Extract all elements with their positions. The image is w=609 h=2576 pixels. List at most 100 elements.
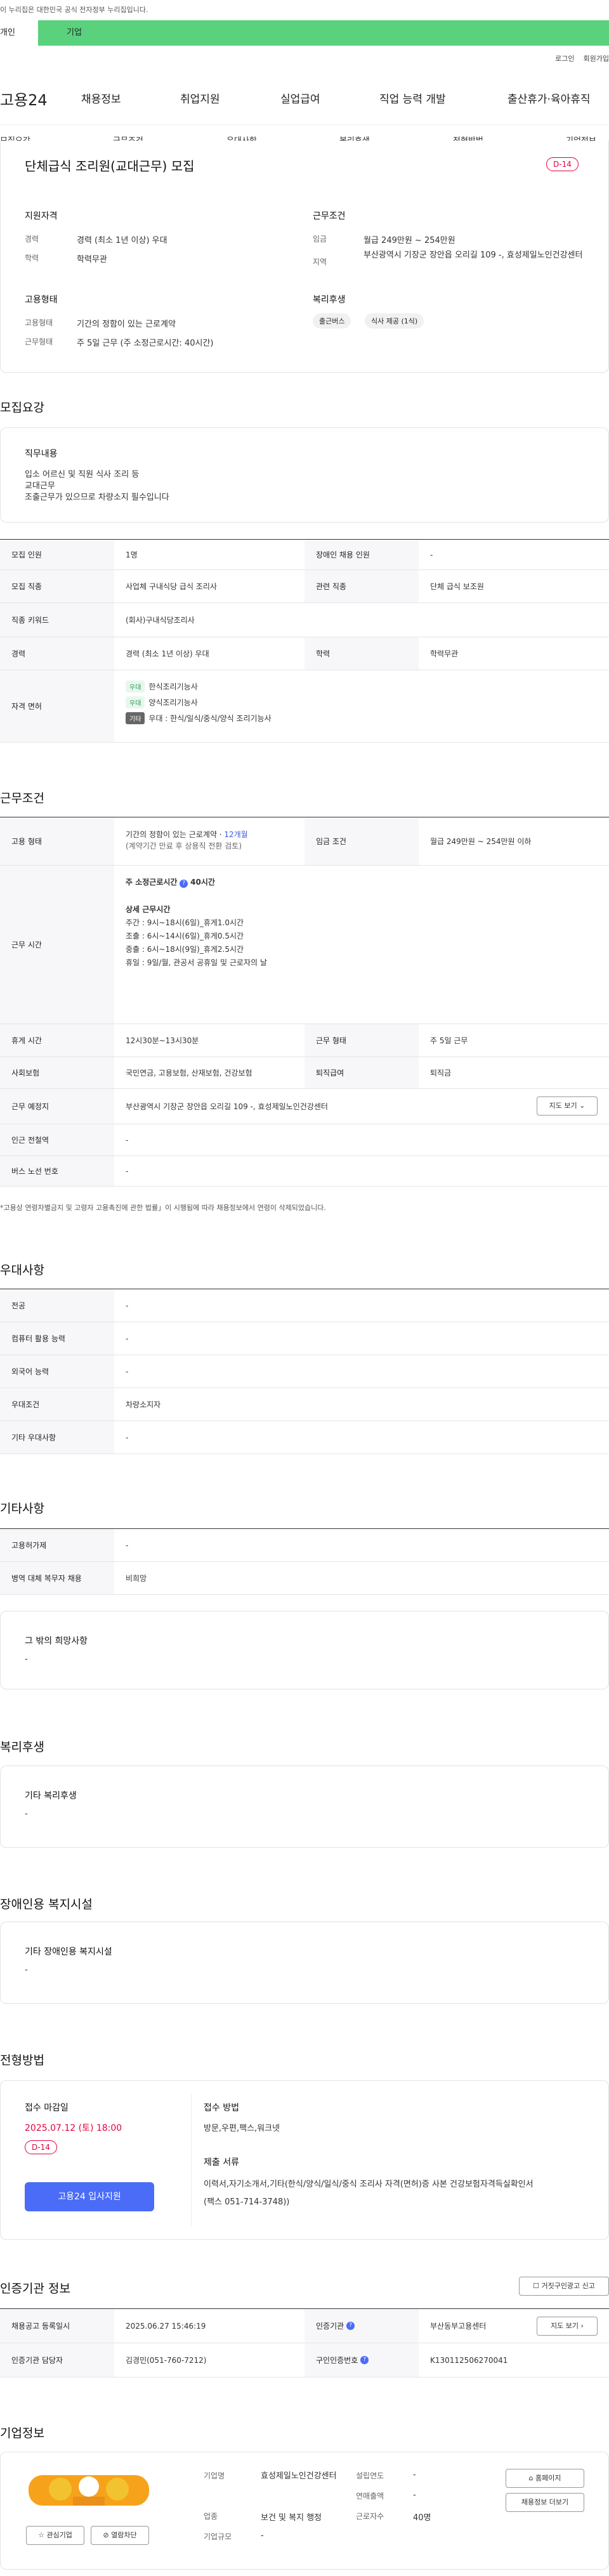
- more-jobs-button[interactable]: 채용정보 더보기: [506, 2493, 584, 2512]
- table-row: 전공 -: [0, 1289, 609, 1322]
- summary-card: 단체급식 조리원(교대근무) 모집 D-14 지원자격 경력 경력 (최소 1년…: [0, 141, 609, 373]
- site-logo[interactable]: 고용24: [0, 88, 48, 110]
- td-insurance: 국민연금, 고용보험, 산재보험, 건강보험: [126, 1069, 252, 1077]
- nav-jobs[interactable]: 채용정보: [81, 90, 121, 106]
- star-icon: ☆: [38, 2531, 44, 2539]
- other-value: -: [25, 1655, 28, 1664]
- nav-training[interactable]: 직업 능력 개발: [379, 90, 446, 106]
- welfare-card: 기타 복리후생 -: [0, 1766, 609, 1848]
- emptype-value: 기간의 정함이 있는 근로계약: [77, 320, 176, 329]
- sales-value: -: [413, 2490, 416, 2500]
- year-value: -: [413, 2470, 416, 2480]
- deadline-dday: D-14: [25, 2140, 57, 2154]
- docs-line: 이력서,자기소개서,기타(한식/양식/일식/중식 조리사 자격(면허)증 사본 …: [204, 2180, 534, 2189]
- td-org: 부산동부고용센터: [430, 2322, 487, 2331]
- hours-value: 40시간: [190, 878, 215, 887]
- th-reg: 채용공고 등록일시: [0, 2309, 114, 2343]
- td-edu: 학력무관: [430, 649, 459, 658]
- emp-period: 12개월: [224, 830, 248, 839]
- duty-line: 조출근무가 있으므로 차량소지 필수입니다: [25, 493, 169, 502]
- method-value: 방문,우편,팩스,워크넷: [204, 2124, 280, 2133]
- table-row: 사회보험 국민연금, 고용보험, 산재보험, 건강보험 퇴직급여 퇴직금: [0, 1057, 609, 1089]
- edu-label: 학력: [25, 254, 39, 263]
- th-location: 근무 예정지: [0, 1089, 114, 1124]
- apply-button[interactable]: 고용24 입사지원: [25, 2182, 154, 2211]
- th-keyword: 직종 키워드: [0, 603, 114, 637]
- table-row: 기타 우대사항 -: [0, 1421, 609, 1454]
- info-icon[interactable]: ?: [360, 2356, 369, 2364]
- block-button[interactable]: ⊘ 열람차단: [91, 2526, 149, 2545]
- deadline-value: 2025.07.12 (토) 18:00: [25, 2123, 122, 2133]
- method-heading: 접수 방법: [204, 2103, 239, 2113]
- wage-value: 월급 249만원 ~ 254만원: [363, 236, 455, 245]
- chevron-down-icon: ⌄: [579, 1102, 586, 1110]
- td-num: K130112506270041: [430, 2355, 508, 2365]
- login-link[interactable]: 로그인: [555, 55, 574, 63]
- recruit-title: 모집요강: [0, 401, 44, 415]
- th-pref: 전공: [0, 1289, 114, 1322]
- company-card: ☆ 관심기업 ⊘ 열람차단 기업명 효성제일노인건강센터 업종 보건 및 복지 …: [0, 2452, 609, 2570]
- table-row: 자격 면허 우대 한식조리기능사 우대 양식조리기능사 기타 우대 : 한식/일식/중…: [0, 670, 609, 743]
- license-name: 우대 : 한식/일식/중식/양식 조리기능사: [148, 714, 272, 723]
- table-row: 우대조건 차량소지자: [0, 1388, 609, 1421]
- report-icon: ☐: [533, 2282, 539, 2290]
- screen-title: 전형방법: [0, 2053, 44, 2067]
- license-name: 양식조리기능사: [148, 698, 198, 707]
- emptype-label: 고용형태: [25, 318, 53, 327]
- edu-value: 학력무관: [77, 255, 107, 264]
- th-disabled: 장애인 채용 인원: [304, 540, 419, 569]
- area-value: 부산광역시 기장군 장안읍 오리길 109 -, 효성제일노인건강센터: [363, 250, 583, 260]
- license-tag: 우대: [126, 680, 145, 693]
- block-icon: ⊘: [103, 2531, 109, 2539]
- th-etc: 고용허가제: [0, 1529, 114, 1561]
- td-job: 사업체 구내식당 급식 조리사: [126, 582, 217, 591]
- th-retire: 퇴직급여: [304, 1057, 419, 1088]
- duty-line: 입소 어르신 및 직원 식사 조리 등: [25, 470, 140, 479]
- table-row: 외국어 능력 -: [0, 1355, 609, 1388]
- td-pref: -: [126, 1334, 129, 1343]
- td-pref: -: [126, 1367, 129, 1376]
- recruit-table: 모집 인원 1명 장애인 채용 인원 - 모집 직종 사업체 구내식당 급식 조…: [0, 539, 609, 743]
- fav-company-button[interactable]: ☆ 관심기업: [26, 2526, 84, 2545]
- dday-badge: D-14: [546, 157, 579, 171]
- table-row: 경력 경력 (최소 1년 이상) 우대 학력 학력무관: [0, 637, 609, 670]
- report-fake-button[interactable]: ☐ 거짓구인광고 신고: [519, 2277, 609, 2296]
- home-icon: ⌂: [528, 2474, 534, 2482]
- th-career: 경력: [0, 637, 114, 670]
- duty-card: 직무내용 입소 어르신 및 직원 식사 조리 등 교대근무 조출근무가 있으므로…: [0, 427, 609, 523]
- th-subway: 인근 전철역: [0, 1124, 114, 1155]
- td-disabled: -: [430, 550, 433, 559]
- th-bus: 버스 노선 번호: [0, 1156, 114, 1186]
- td-form: 주 5일 근무: [430, 1036, 468, 1045]
- nav-parental-leave[interactable]: 출산휴가·육아휴직: [508, 90, 591, 106]
- cert-map-label: 지도 보기: [551, 2322, 579, 2330]
- th-form: 근무 형태: [304, 1024, 419, 1057]
- cert-map-button[interactable]: 지도 보기 ›: [537, 2317, 598, 2336]
- nav-unemployment-benefit[interactable]: 실업급여: [280, 90, 320, 106]
- emp-note: (계약기간 만료 후 상용직 전환 검토): [126, 842, 242, 850]
- util-menu: 로그인 회원가입: [546, 53, 609, 63]
- map-button[interactable]: 지도 보기 ⌄: [537, 1096, 598, 1116]
- th-pref: 우대조건: [0, 1388, 114, 1421]
- emp-value: 40명: [413, 2513, 431, 2523]
- emp-label: 근로자수: [356, 2512, 384, 2521]
- th-time: 근무 시간: [0, 866, 114, 1024]
- nav-employment-support[interactable]: 취업지원: [180, 90, 220, 106]
- info-icon[interactable]: ?: [346, 2322, 355, 2330]
- info-icon[interactable]: ?: [180, 880, 188, 888]
- user-type-tabs: 개인 기업: [0, 20, 609, 46]
- td-rest: 12시30분~13시30분: [126, 1036, 199, 1045]
- homepage-button[interactable]: ⌂ 홈페이지: [506, 2469, 584, 2488]
- wage-label: 임금: [313, 235, 327, 244]
- emp-type: 기간의 정함이 있는 근로계약 ·: [126, 830, 225, 839]
- tab-personal[interactable]: 개인: [0, 20, 38, 46]
- signup-link[interactable]: 회원가입: [584, 55, 609, 63]
- sales-label: 연매출액: [356, 2492, 384, 2501]
- welfare-title: 복리후생: [0, 1740, 44, 1754]
- work-table: 고용 형태 기간의 정함이 있는 근로계약 · 12개월 (계약기간 만료 후 상…: [0, 817, 609, 1187]
- th-num: 구인인증번호 ?: [304, 2343, 419, 2377]
- th-related: 관련 직종: [304, 570, 419, 602]
- th-pref: 외국어 능력: [0, 1355, 114, 1388]
- td-related: 단체 급식 보조원: [430, 582, 484, 591]
- tab-company[interactable]: 기업: [38, 20, 609, 46]
